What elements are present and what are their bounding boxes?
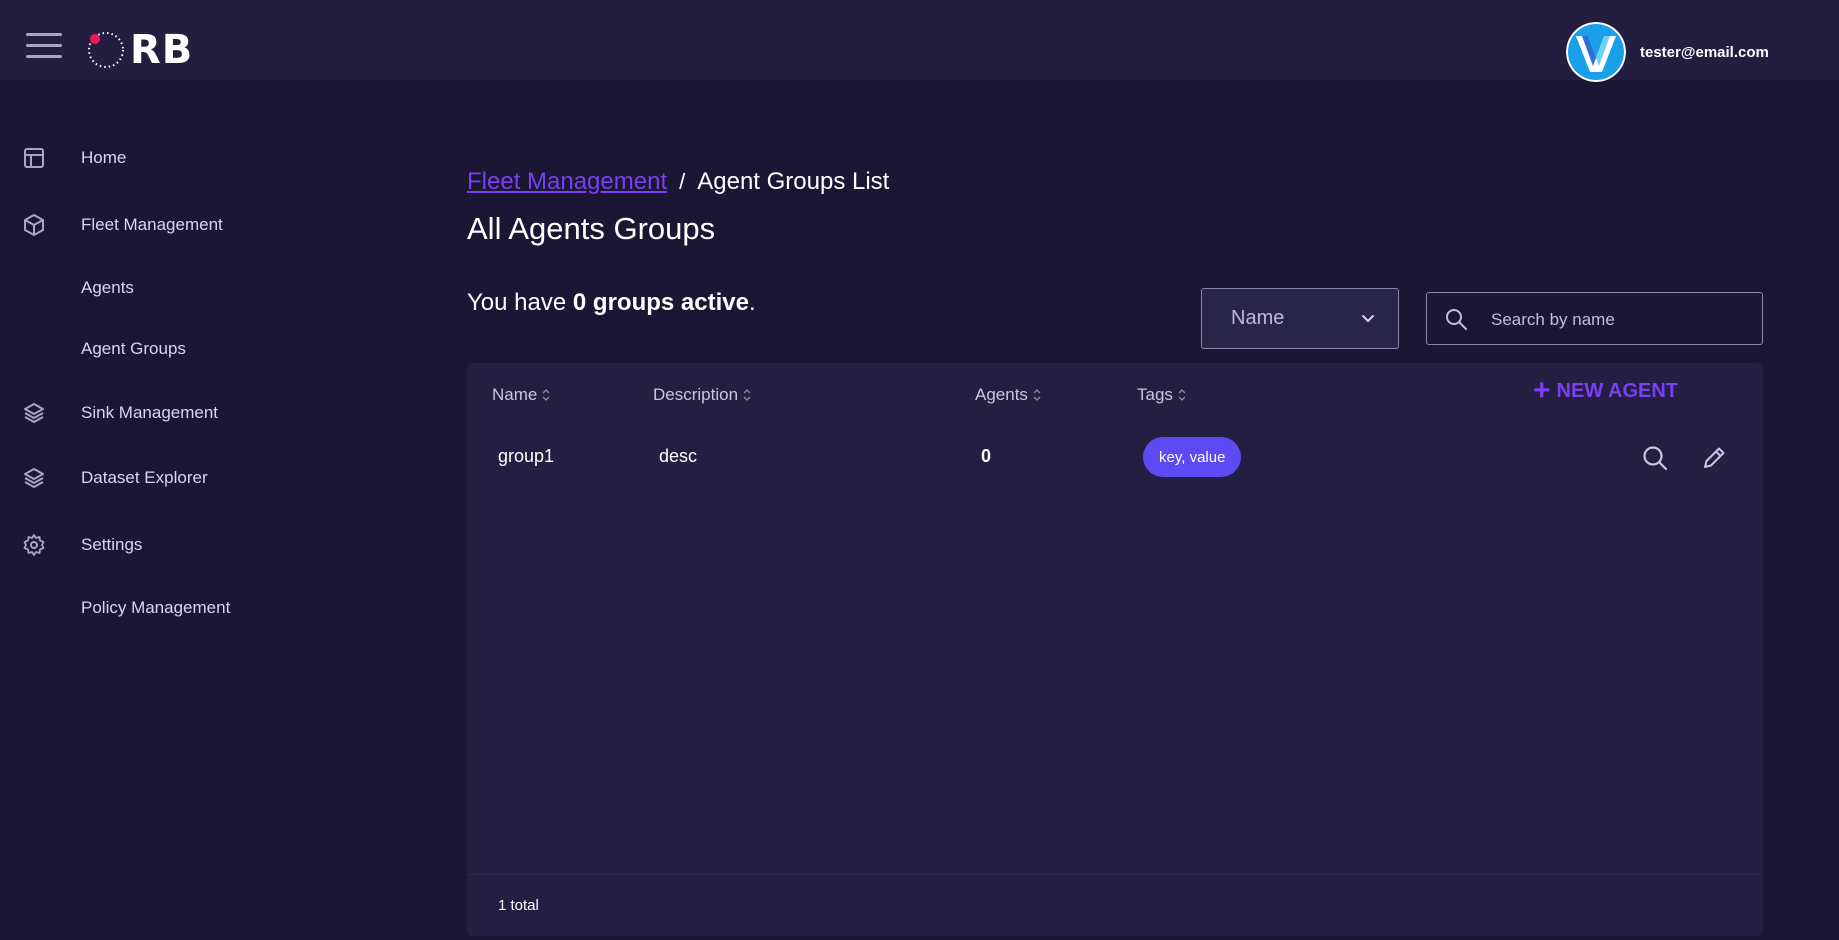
summary-count: 0 groups active <box>572 289 749 316</box>
cube-icon <box>24 214 44 236</box>
avatar-v-icon <box>1566 22 1626 82</box>
search-box[interactable] <box>1426 292 1763 345</box>
sort-icon <box>1178 389 1186 401</box>
logo-text: RB <box>130 27 194 73</box>
sidebar-item-label: Fleet Management <box>81 215 223 234</box>
search-input[interactable] <box>1489 303 1753 337</box>
sidebar-item-label: Dataset Explorer <box>81 468 208 487</box>
new-agent-label: NEW AGENT <box>1556 379 1679 402</box>
view-search-icon[interactable] <box>1641 444 1669 472</box>
tag-badge: key, value <box>1143 437 1242 477</box>
sort-icon <box>1033 389 1041 401</box>
sort-icon <box>743 389 751 401</box>
breadcrumb-fleet-management-link[interactable]: Fleet Management <box>467 168 667 196</box>
sidebar-item-label: Policy Management <box>81 598 231 617</box>
column-header-agents[interactable]: Agents <box>975 385 1041 405</box>
user-email: tester@email.com <box>1640 43 1769 61</box>
column-header-label: Name <box>492 385 538 404</box>
column-header-label: Description <box>653 385 739 404</box>
cell-agents: 0 <box>981 446 992 466</box>
menu-toggle-button[interactable] <box>26 33 62 61</box>
app-logo[interactable]: RB <box>86 26 193 74</box>
filter-field-select[interactable]: Name <box>1201 288 1399 349</box>
sidebar-item-settings[interactable]: Settings <box>0 525 430 565</box>
sidebar-item-label: Home <box>81 148 127 167</box>
logo-ring-icon <box>88 32 124 68</box>
column-header-label: Tags <box>1137 385 1173 404</box>
chevron-down-icon <box>1362 315 1374 322</box>
sidebar-item-home[interactable]: Home <box>0 138 430 178</box>
sidebar-item-policy-management[interactable]: Policy Management <box>0 588 430 628</box>
breadcrumb: Fleet Management / Agent Groups List <box>467 168 889 196</box>
top-header: RB tester@email.com <box>0 0 1839 82</box>
sidebar-item-fleet-management[interactable]: Fleet Management <box>0 205 430 245</box>
avatar[interactable] <box>1566 22 1626 82</box>
sidebar-item-label: Agent Groups <box>81 339 186 358</box>
table-footer: 1 total <box>467 874 1763 937</box>
cell-name: group1 <box>498 446 555 466</box>
filter-selected-value: Name <box>1231 307 1285 329</box>
sidebar-item-label: Sink Management <box>81 403 219 422</box>
gear-icon <box>23 534 45 556</box>
hamburger-line <box>26 55 62 58</box>
edit-pencil-icon[interactable] <box>1700 444 1728 472</box>
cell-description: desc <box>659 446 698 466</box>
column-header-tags[interactable]: Tags <box>1137 385 1186 405</box>
summary-suffix: . <box>748 289 756 316</box>
breadcrumb-current: Agent Groups List <box>697 168 890 195</box>
hamburger-line <box>26 44 62 47</box>
agent-groups-table: Name Description Agents Tags + NEW AGENT… <box>467 363 1763 936</box>
layout-icon <box>24 148 44 168</box>
column-header-description[interactable]: Description <box>653 385 751 405</box>
column-header-label: Agents <box>975 385 1028 404</box>
sidebar-item-agent-groups[interactable]: Agent Groups <box>0 329 430 369</box>
sidebar-item-label: Settings <box>81 535 143 554</box>
groups-summary: You have 0 groups active. <box>467 289 756 317</box>
sidebar-item-sink-management[interactable]: Sink Management <box>0 393 430 433</box>
user-menu[interactable]: tester@email.com <box>1566 22 1769 82</box>
column-header-name[interactable]: Name <box>492 385 550 405</box>
page-title: All Agents Groups <box>467 211 716 246</box>
layers-icon <box>24 403 44 423</box>
sidebar-item-dataset-explorer[interactable]: Dataset Explorer <box>0 458 430 498</box>
plus-icon: + <box>1533 374 1551 407</box>
sidebar: Home Fleet Management Agents Agent Group… <box>0 80 430 940</box>
search-icon <box>1446 309 1467 330</box>
layers-icon <box>24 468 44 488</box>
sidebar-item-agents[interactable]: Agents <box>0 268 430 308</box>
total-count: 1 total <box>498 897 539 914</box>
new-agent-button[interactable]: + NEW AGENT <box>1533 374 1679 407</box>
sort-icon <box>542 389 550 401</box>
summary-prefix: You have <box>467 289 573 316</box>
hamburger-line <box>26 33 62 36</box>
sidebar-item-label: Agents <box>81 278 134 297</box>
breadcrumb-separator: / <box>679 169 686 194</box>
